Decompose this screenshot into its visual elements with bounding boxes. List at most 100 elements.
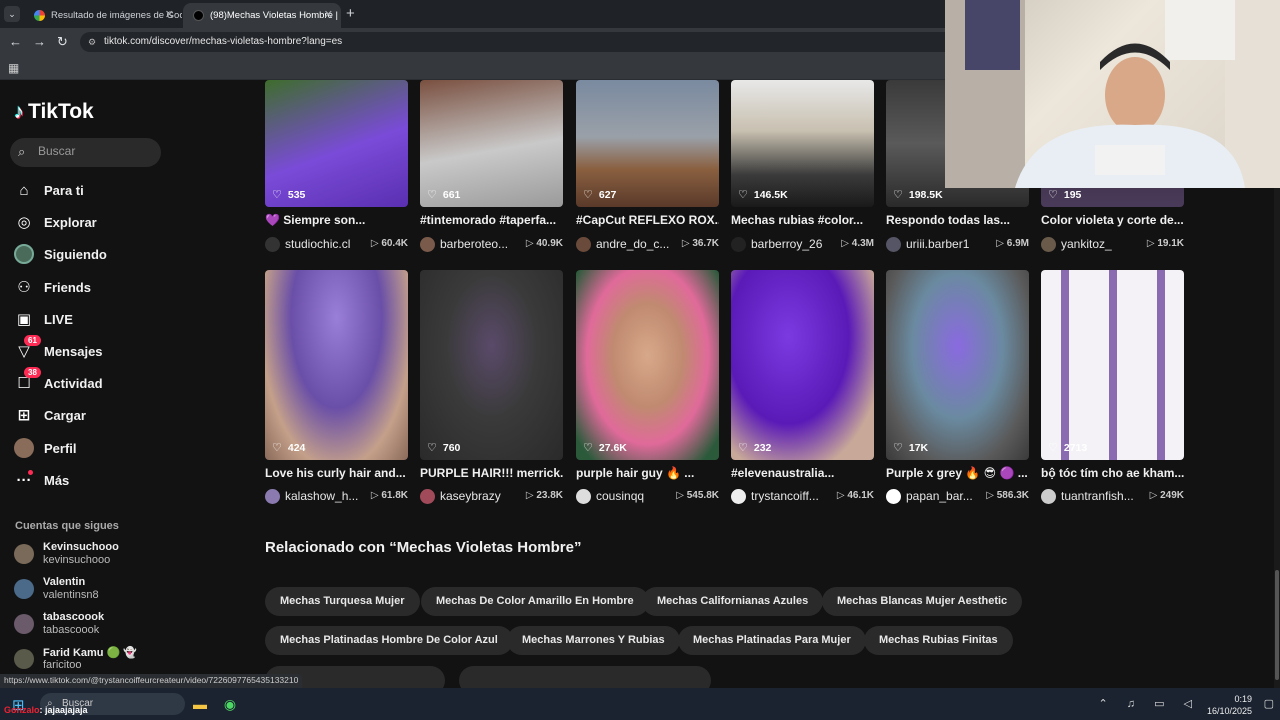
- video-author[interactable]: uriii.barber1: [906, 237, 984, 251]
- back-arrow-icon[interactable]: ←: [9, 34, 22, 49]
- following-account[interactable]: Kevinsuchooo kevinsuchooo: [14, 539, 174, 569]
- avatar[interactable]: [731, 237, 746, 252]
- close-tab-icon[interactable]: ✕: [324, 8, 333, 21]
- apps-grid-icon[interactable]: ▦: [8, 61, 19, 75]
- browser-tab-google-images[interactable]: Resultado de imágenes de Goo ✕: [24, 3, 182, 28]
- chrome-icon[interactable]: ◉: [220, 694, 240, 714]
- nav-actividad[interactable]: ☐ 38 Actividad: [14, 367, 103, 395]
- avatar[interactable]: [576, 489, 591, 504]
- video-caption[interactable]: #CapCut REFLEXO ROX...: [576, 213, 719, 227]
- tab-title: Resultado de imágenes de Goo: [51, 10, 182, 21]
- video-thumbnail[interactable]: ♡ 627: [576, 80, 719, 207]
- heart-icon: ♡: [893, 442, 903, 454]
- video-caption[interactable]: bộ tóc tím cho ae kham...: [1041, 466, 1184, 480]
- heart-icon: ♡: [427, 189, 437, 201]
- video-author[interactable]: yankitoz_: [1061, 237, 1139, 251]
- video-meta: barberoteo... ▷ 40.9K: [420, 236, 563, 252]
- video-author[interactable]: papan_bar...: [906, 489, 984, 503]
- video-author[interactable]: kaseybrazy: [440, 489, 518, 503]
- video-author[interactable]: andre_do_c...: [596, 237, 674, 251]
- related-pill[interactable]: Mechas Californianas Azules: [642, 587, 824, 616]
- video-author[interactable]: studiochic.cl: [285, 237, 363, 251]
- avatar[interactable]: [576, 237, 591, 252]
- nav-live[interactable]: ▣ LIVE: [14, 307, 73, 331]
- following-account[interactable]: Valentin valentinsn8: [14, 574, 174, 604]
- forward-arrow-icon[interactable]: →: [33, 34, 46, 49]
- nav-mas[interactable]: ··· Más: [14, 468, 69, 492]
- nav-friends[interactable]: ⚇ Friends: [14, 275, 91, 299]
- following-account[interactable]: tabascoook tabascoook: [14, 609, 174, 639]
- live-icon: ▣: [16, 311, 32, 328]
- video-thumbnail[interactable]: ♡ 424: [265, 270, 408, 460]
- new-tab-icon[interactable]: +: [346, 5, 355, 22]
- scrollbar-thumb[interactable]: [1275, 570, 1279, 680]
- related-pill[interactable]: Mechas Turquesa Mujer: [265, 587, 420, 616]
- related-pill[interactable]: Mechas Marrones Y Rubias: [507, 626, 680, 655]
- video-thumbnail[interactable]: ♡ 2713: [1041, 270, 1184, 460]
- video-caption[interactable]: Respondo todas las...: [886, 213, 1029, 227]
- nav-para-ti[interactable]: ⌂ Para ti: [14, 178, 83, 202]
- search-input[interactable]: [38, 144, 153, 158]
- video-thumbnail[interactable]: ♡ 232: [731, 270, 874, 460]
- avatar[interactable]: [420, 489, 435, 504]
- nav-cargar[interactable]: ⊞ Cargar: [14, 403, 86, 427]
- video-caption[interactable]: 💜 Siempre son...: [265, 213, 408, 227]
- site-info-icon[interactable]: ⚙: [88, 32, 96, 52]
- heart-icon: ♡: [272, 189, 282, 201]
- nav-explorar[interactable]: ◎ Explorar: [14, 210, 96, 234]
- video-caption[interactable]: #tintemorado #taperfa...: [420, 213, 563, 227]
- video-author[interactable]: cousinqq: [596, 489, 674, 503]
- video-author[interactable]: barberroy_26: [751, 237, 829, 251]
- related-pill[interactable]: Mechas De Color Amarillo En Hombre: [421, 587, 649, 616]
- video-meta: yankitoz_ ▷ 19.1K: [1041, 236, 1184, 252]
- reload-icon[interactable]: ↻: [57, 34, 68, 50]
- avatar[interactable]: [886, 489, 901, 504]
- video-author[interactable]: tuantranfish...: [1061, 489, 1139, 503]
- related-pill[interactable]: [459, 666, 711, 688]
- avatar[interactable]: [1041, 237, 1056, 252]
- video-caption[interactable]: Love his curly hair and...: [265, 466, 408, 480]
- tiktok-logo[interactable]: ♪ TikTok: [14, 100, 94, 124]
- video-caption[interactable]: purple hair guy 🔥 ...: [576, 466, 719, 480]
- avatar[interactable]: [731, 489, 746, 504]
- browser-tab-tiktok[interactable]: (98)Mechas Violetas Hombre | ✕: [183, 3, 341, 28]
- avatar[interactable]: [1041, 489, 1056, 504]
- taskbar-clock[interactable]: 0:19 16/10/2025: [1207, 693, 1252, 717]
- video-author[interactable]: kalashow_h...: [285, 489, 363, 503]
- video-author[interactable]: trystancoiff...: [751, 489, 829, 503]
- video-caption[interactable]: Mechas rubias #color...: [731, 213, 874, 227]
- avatar[interactable]: [420, 237, 435, 252]
- following-account[interactable]: Farid Kamu 🟢 👻 faricitoo: [14, 644, 174, 674]
- notification-bell-icon[interactable]: ▢: [1264, 697, 1274, 710]
- video-thumbnail[interactable]: ♡ 760: [420, 270, 563, 460]
- video-thumbnail[interactable]: ♡ 27.6K: [576, 270, 719, 460]
- related-pill[interactable]: Mechas Platinadas Para Mujer: [678, 626, 866, 655]
- nav-mensajes[interactable]: ▽ 61 Mensajes: [14, 335, 103, 363]
- video-thumbnail[interactable]: ♡ 535: [265, 80, 408, 207]
- likes-count: ♡ 195: [1048, 188, 1082, 202]
- nav-siguiendo[interactable]: Siguiendo: [14, 242, 107, 266]
- video-thumbnail[interactable]: ♡ 661: [420, 80, 563, 207]
- video-thumbnail[interactable]: ♡ 17K: [886, 270, 1029, 460]
- video-author[interactable]: barberoteo...: [440, 237, 518, 251]
- related-pill[interactable]: Mechas Rubias Finitas: [864, 626, 1013, 655]
- related-pill[interactable]: Mechas Platinadas Hombre De Color Azul: [265, 626, 513, 655]
- tab-search-chevron-icon[interactable]: ⌄: [4, 6, 20, 22]
- video-thumbnail[interactable]: ♡ 146.5K: [731, 80, 874, 207]
- avatar[interactable]: [265, 489, 280, 504]
- video-caption[interactable]: Purple x grey 🔥 😎 🟣 ...: [886, 466, 1029, 480]
- webcam-person-image: [945, 0, 1280, 188]
- likes-count: ♡ 146.5K: [738, 188, 788, 202]
- heart-icon: ♡: [427, 442, 437, 454]
- video-caption[interactable]: #elevenaustralia...: [731, 466, 874, 480]
- file-explorer-icon[interactable]: ▬: [190, 694, 210, 714]
- close-tab-icon[interactable]: ✕: [165, 8, 174, 21]
- address-bar[interactable]: ⚙ tiktok.com/discover/mechas-violetas-ho…: [80, 32, 960, 52]
- video-caption[interactable]: PURPLE HAIR!!! merrick...: [420, 466, 563, 480]
- avatar[interactable]: [265, 237, 280, 252]
- related-pill[interactable]: Mechas Blancas Mujer Aesthetic: [822, 587, 1023, 616]
- avatar[interactable]: [886, 237, 901, 252]
- nav-perfil[interactable]: Perfil: [14, 436, 77, 460]
- system-tray[interactable]: ⌃ ♫ ▭ ◁: [1099, 697, 1201, 710]
- video-caption[interactable]: Color violeta y corte de...: [1041, 213, 1184, 227]
